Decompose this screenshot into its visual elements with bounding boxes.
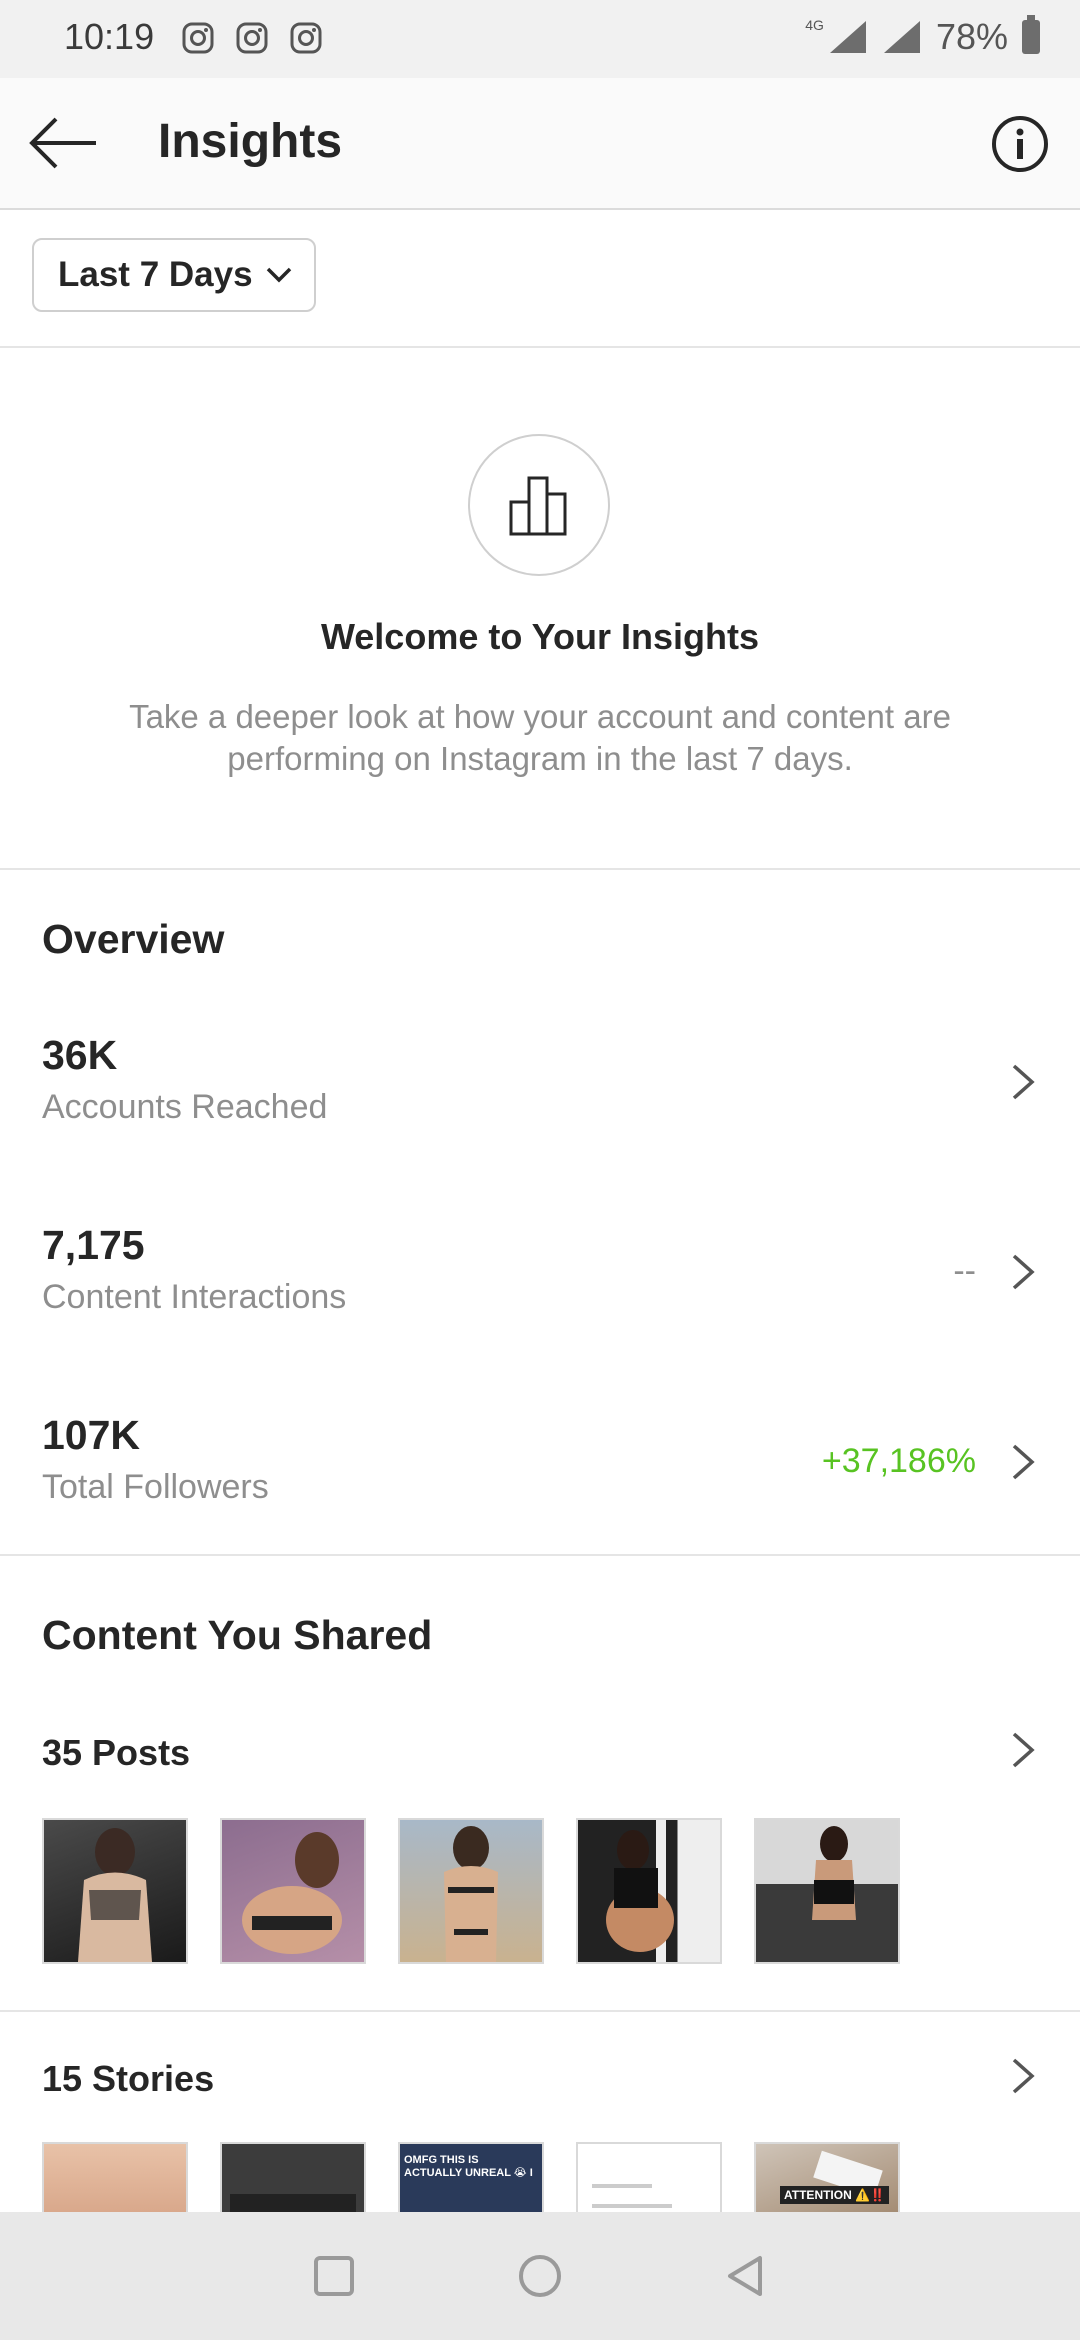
page-title: Insights [158, 115, 343, 168]
metric-value: 36K [42, 1032, 118, 1078]
stories-section: 15 Stories OMFG THIS IS ACTUALLY UNREAL … [0, 2012, 1080, 2212]
post-thumbnail[interactable] [398, 1818, 544, 1964]
story-text: OMFG THIS IS ACTUALLY UNREAL 😭 I THOUGHT… [404, 2154, 533, 2179]
chevron-right-icon[interactable] [1010, 1730, 1036, 1770]
date-range-label: Last 7 Days [58, 255, 253, 294]
story-thumbnail[interactable] [576, 2142, 722, 2212]
story-thumbnail[interactable]: OMFG THIS IS ACTUALLY UNREAL 😭 I THOUGHT… [398, 2142, 544, 2212]
metric-content-interactions[interactable]: 7,175 Content Interactions -- [0, 1222, 1080, 1382]
content-shared-section: Content You Shared 35 Posts [0, 1556, 1080, 2012]
metric-change: -- [953, 1252, 976, 1290]
chevron-right-icon[interactable] [1010, 2056, 1036, 2096]
metric-change: +37,186% [821, 1442, 976, 1480]
instagram-notification-icon [236, 22, 268, 54]
story-thumbnail[interactable] [220, 2142, 366, 2212]
post-thumbnail[interactable] [576, 1818, 722, 1964]
insights-badge [468, 434, 610, 576]
post-thumbnail[interactable] [220, 1818, 366, 1964]
metric-accounts-reached[interactable]: 36K Accounts Reached [0, 1032, 1080, 1192]
overview-title: Overview [42, 916, 225, 962]
post-thumbnail[interactable] [42, 1818, 188, 1964]
post-thumbnail[interactable] [754, 1818, 900, 1964]
status-bar: 10:19 4G 78% [0, 0, 1080, 78]
status-right: 4G 78% [805, 15, 1040, 58]
metric-value: 107K [42, 1412, 141, 1458]
back-triangle-icon[interactable] [718, 2248, 774, 2304]
story-text: ATTENTION ⚠️‼️ [780, 2186, 889, 2204]
battery-percent: 78% [935, 16, 1008, 57]
signal-icon [829, 21, 866, 53]
story-thumbnails: OMFG THIS IS ACTUALLY UNREAL 😭 I THOUGHT… [42, 2142, 900, 2212]
metric-total-followers[interactable]: 107K Total Followers +37,186% [0, 1412, 1080, 1572]
back-arrow-icon[interactable] [26, 113, 106, 173]
network-type: 4G [805, 17, 824, 33]
bar-chart-icon [509, 476, 567, 536]
info-icon[interactable] [990, 114, 1050, 174]
recents-square-icon[interactable] [306, 2248, 362, 2304]
welcome-title: Welcome to Your Insights [320, 616, 760, 657]
story-thumbnail[interactable] [42, 2142, 188, 2212]
welcome-description: Take a deeper look at how your account a… [129, 698, 951, 777]
chevron-right-icon [1012, 1254, 1035, 1290]
battery-icon [1022, 15, 1040, 54]
post-thumbnails [42, 1818, 900, 1964]
app-header: Insights [0, 78, 1080, 210]
stories-count[interactable]: 15 Stories [42, 2058, 214, 2100]
date-range-select[interactable]: Last 7 Days [32, 238, 316, 312]
overview-section: Overview 36K Accounts Reached 7,175 Cont… [0, 870, 1080, 1556]
filter-row: Last 7 Days [0, 208, 1080, 348]
system-nav-bar [0, 2212, 1080, 2340]
metric-label: Total Followers [42, 1468, 269, 1506]
chevron-down-icon [266, 267, 291, 283]
metric-label: Content Interactions [42, 1278, 347, 1316]
welcome-section: Welcome to Your Insights Take a deeper l… [0, 348, 1080, 870]
instagram-notification-icon [182, 22, 214, 54]
instagram-notification-icon [290, 22, 322, 54]
story-thumbnail[interactable]: ATTENTION ⚠️‼️ [754, 2142, 900, 2212]
notification-icons [180, 20, 324, 56]
chevron-right-icon [1012, 1444, 1035, 1480]
signal-icon [883, 21, 920, 53]
chevron-right-icon [1012, 1064, 1035, 1100]
status-time: 10:19 [64, 16, 155, 57]
home-circle-icon[interactable] [512, 2248, 568, 2304]
metric-label: Accounts Reached [42, 1088, 328, 1126]
metric-value: 7,175 [42, 1222, 145, 1268]
content-shared-title: Content You Shared [42, 1612, 433, 1658]
posts-count[interactable]: 35 Posts [42, 1732, 190, 1774]
